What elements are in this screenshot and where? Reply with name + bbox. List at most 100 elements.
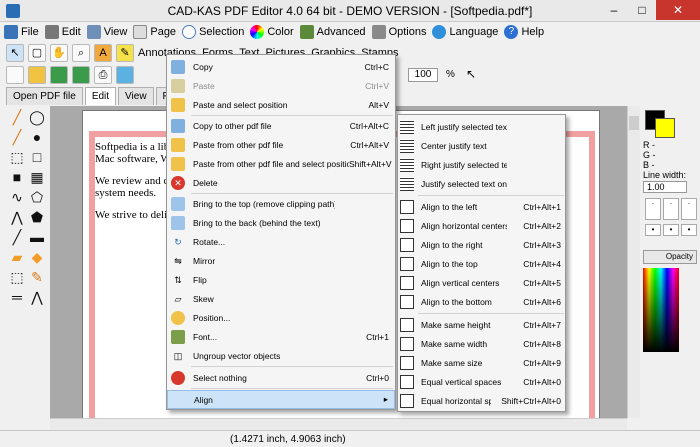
submenu-right-justify[interactable]: Right justify selected text [398, 155, 565, 174]
menu-help[interactable]: ? Help [504, 25, 544, 39]
menu-language[interactable]: Language [432, 25, 498, 39]
dot-style-icon[interactable]: · [681, 198, 697, 220]
submenu-equal-horizontal-spaces[interactable]: Equal horizontal spacesShift+Ctrl+Alt+0 [398, 391, 565, 410]
menu-item-rotate[interactable]: ↻ Rotate... [167, 232, 395, 251]
menu-item-paste-select-position[interactable]: Paste and select position Alt+V [167, 95, 395, 114]
menu-item-copy-other-pdf[interactable]: Copy to other pdf file Ctrl+Alt+C [167, 116, 395, 135]
cursor-coordinates: (1.4271 inch, 4.9063 inch) [230, 434, 346, 445]
submenu-left-justify[interactable]: Left justify selected text [398, 117, 565, 136]
cursor-icon[interactable]: ↖ [466, 67, 476, 81]
menu-view[interactable]: View [86, 25, 127, 39]
close-button[interactable]: ✕ [656, 0, 700, 20]
zigzag-icon[interactable]: ⋀ [8, 208, 26, 226]
filled-rectangle-icon[interactable]: ■ [8, 168, 26, 186]
export-icon[interactable] [116, 66, 134, 84]
menu-advanced[interactable]: Advanced [299, 25, 366, 39]
menu-item-ungroup[interactable]: ◫ Ungroup vector objects [167, 346, 395, 365]
eraser-icon[interactable]: ▬ [28, 228, 46, 246]
menu-color[interactable]: Color [250, 25, 294, 39]
pen-icon[interactable]: ╱ [8, 108, 26, 126]
right-justify-icon [400, 157, 414, 172]
open-folder-icon[interactable] [28, 66, 46, 84]
menu-item-bring-to-back[interactable]: Bring to the back (behind the text) [167, 213, 395, 232]
minimize-button[interactable]: – [600, 0, 628, 20]
dot-style-icon[interactable]: · [645, 198, 661, 220]
submenu-same-height[interactable]: Make same height Ctrl+Alt+7 [398, 315, 565, 334]
submenu-equal-vertical-spaces[interactable]: Equal vertical spaces Ctrl+Alt+0 [398, 372, 565, 391]
tab-view[interactable]: View [118, 87, 154, 105]
rectangle-icon[interactable]: □ [28, 148, 46, 166]
submenu-align-bottom[interactable]: Align to the bottom Ctrl+Alt+6 [398, 292, 565, 311]
line-width-input[interactable]: 1.00 [643, 181, 687, 193]
menu-item-paste[interactable]: Paste Ctrl+V [167, 76, 395, 95]
submenu-align-top[interactable]: Align to the top Ctrl+Alt+4 [398, 254, 565, 273]
dot-style-icon[interactable]: • [663, 224, 679, 236]
save-icon[interactable] [50, 66, 68, 84]
arrow-line-icon[interactable]: ═ [8, 288, 26, 306]
brush-icon[interactable]: ╱ [8, 128, 26, 146]
pencil-icon[interactable]: ✎ [28, 268, 46, 286]
text-tool-icon[interactable]: A [94, 44, 112, 62]
menu-item-position[interactable]: Position... [167, 308, 395, 327]
submenu-align-right[interactable]: Align to the right Ctrl+Alt+3 [398, 235, 565, 254]
submenu-align-h-centers[interactable]: Align horizontal centers Ctrl+Alt+2 [398, 216, 565, 235]
caret-icon[interactable]: ⋀ [28, 288, 46, 306]
menu-item-skew[interactable]: ▱ Skew [167, 289, 395, 308]
line-icon[interactable]: ╱ [8, 228, 26, 246]
print-icon[interactable]: ⎙ [94, 66, 112, 84]
scroll-thumb[interactable] [629, 116, 639, 130]
menu-item-paste-other-pdf-position[interactable]: Paste from other pdf file and select pos… [167, 154, 395, 173]
menu-item-bring-to-top[interactable]: Bring to the top (remove clipping path) [167, 194, 395, 213]
submenu-justify-both[interactable]: Justify selected text on both sides [398, 174, 565, 193]
menu-item-select-nothing[interactable]: Select nothing Ctrl+0 [167, 368, 395, 387]
opacity-button[interactable]: Opacity [643, 250, 697, 264]
ellipse-icon[interactable]: ◯ [28, 108, 46, 126]
menu-item-copy[interactable]: Copy Ctrl+C [167, 57, 395, 76]
menu-item-align[interactable]: Align ▸ [167, 390, 395, 409]
crop-icon[interactable]: ⬚ [8, 268, 26, 286]
new-document-icon[interactable] [6, 66, 24, 84]
filled-polygon-icon[interactable]: ⬟ [28, 208, 46, 226]
fill-color-swatch[interactable] [655, 118, 675, 138]
dot-style-icon[interactable]: • [681, 224, 697, 236]
menu-item-paste-other-pdf[interactable]: Paste from other pdf file Ctrl+Alt+V [167, 135, 395, 154]
dashed-rectangle-icon[interactable]: ⬚ [8, 148, 26, 166]
hand-tool-icon[interactable]: ✋ [50, 44, 68, 62]
menu-options[interactable]: Options [371, 25, 426, 39]
tab-open-pdf-file[interactable]: Open PDF file [6, 87, 83, 105]
submenu-same-size[interactable]: Make same size Ctrl+Alt+9 [398, 353, 565, 372]
submenu-align-v-centers[interactable]: Align vertical centers Ctrl+Alt+5 [398, 273, 565, 292]
dot-style-icon[interactable]: · [663, 198, 679, 220]
separator [191, 388, 393, 389]
polygon-icon[interactable]: ⬠ [28, 188, 46, 206]
text-line: Softpedia is a libr [95, 141, 173, 153]
curve-icon[interactable]: ∿ [8, 188, 26, 206]
submenu-center-justify[interactable]: Center justify text [398, 136, 565, 155]
fill-bucket-icon[interactable]: ◆ [28, 248, 46, 266]
zoom-input[interactable]: 100 [408, 68, 438, 82]
horizontal-scrollbar[interactable] [50, 418, 627, 430]
submenu-same-width[interactable]: Make same width Ctrl+Alt+8 [398, 334, 565, 353]
menu-item-mirror[interactable]: ⇋ Mirror [167, 251, 395, 270]
vertical-scrollbar[interactable] [627, 106, 640, 418]
menu-item-delete[interactable]: ✕ Delete [167, 173, 395, 192]
highlighter-icon[interactable]: ▰ [8, 248, 26, 266]
grid-icon[interactable]: ▦ [28, 168, 46, 186]
menu-file[interactable]: File [4, 25, 39, 39]
page-text[interactable]: Softpedia is a libr Mac software, Wi We r… [95, 141, 175, 231]
zoom-tool-icon[interactable]: ⌕ [72, 44, 90, 62]
menu-item-font[interactable]: Font... Ctrl+1 [167, 327, 395, 346]
save-as-icon[interactable] [72, 66, 90, 84]
menu-edit[interactable]: Edit [44, 25, 81, 39]
pointer-tool-icon[interactable]: ↖ [6, 44, 24, 62]
submenu-align-left[interactable]: Align to the left Ctrl+Alt+1 [398, 197, 565, 216]
tab-edit[interactable]: Edit [84, 87, 117, 105]
menu-selection[interactable]: Selection [182, 25, 244, 39]
dot-style-icon[interactable]: • [645, 224, 661, 236]
color-palette[interactable] [643, 268, 679, 352]
filled-ellipse-icon[interactable]: ● [28, 128, 46, 146]
menu-item-flip[interactable]: ⇅ Flip [167, 270, 395, 289]
select-tool-icon[interactable]: ▢ [28, 44, 46, 62]
menu-page[interactable]: Page [133, 25, 176, 39]
maximize-button[interactable]: □ [628, 0, 656, 20]
